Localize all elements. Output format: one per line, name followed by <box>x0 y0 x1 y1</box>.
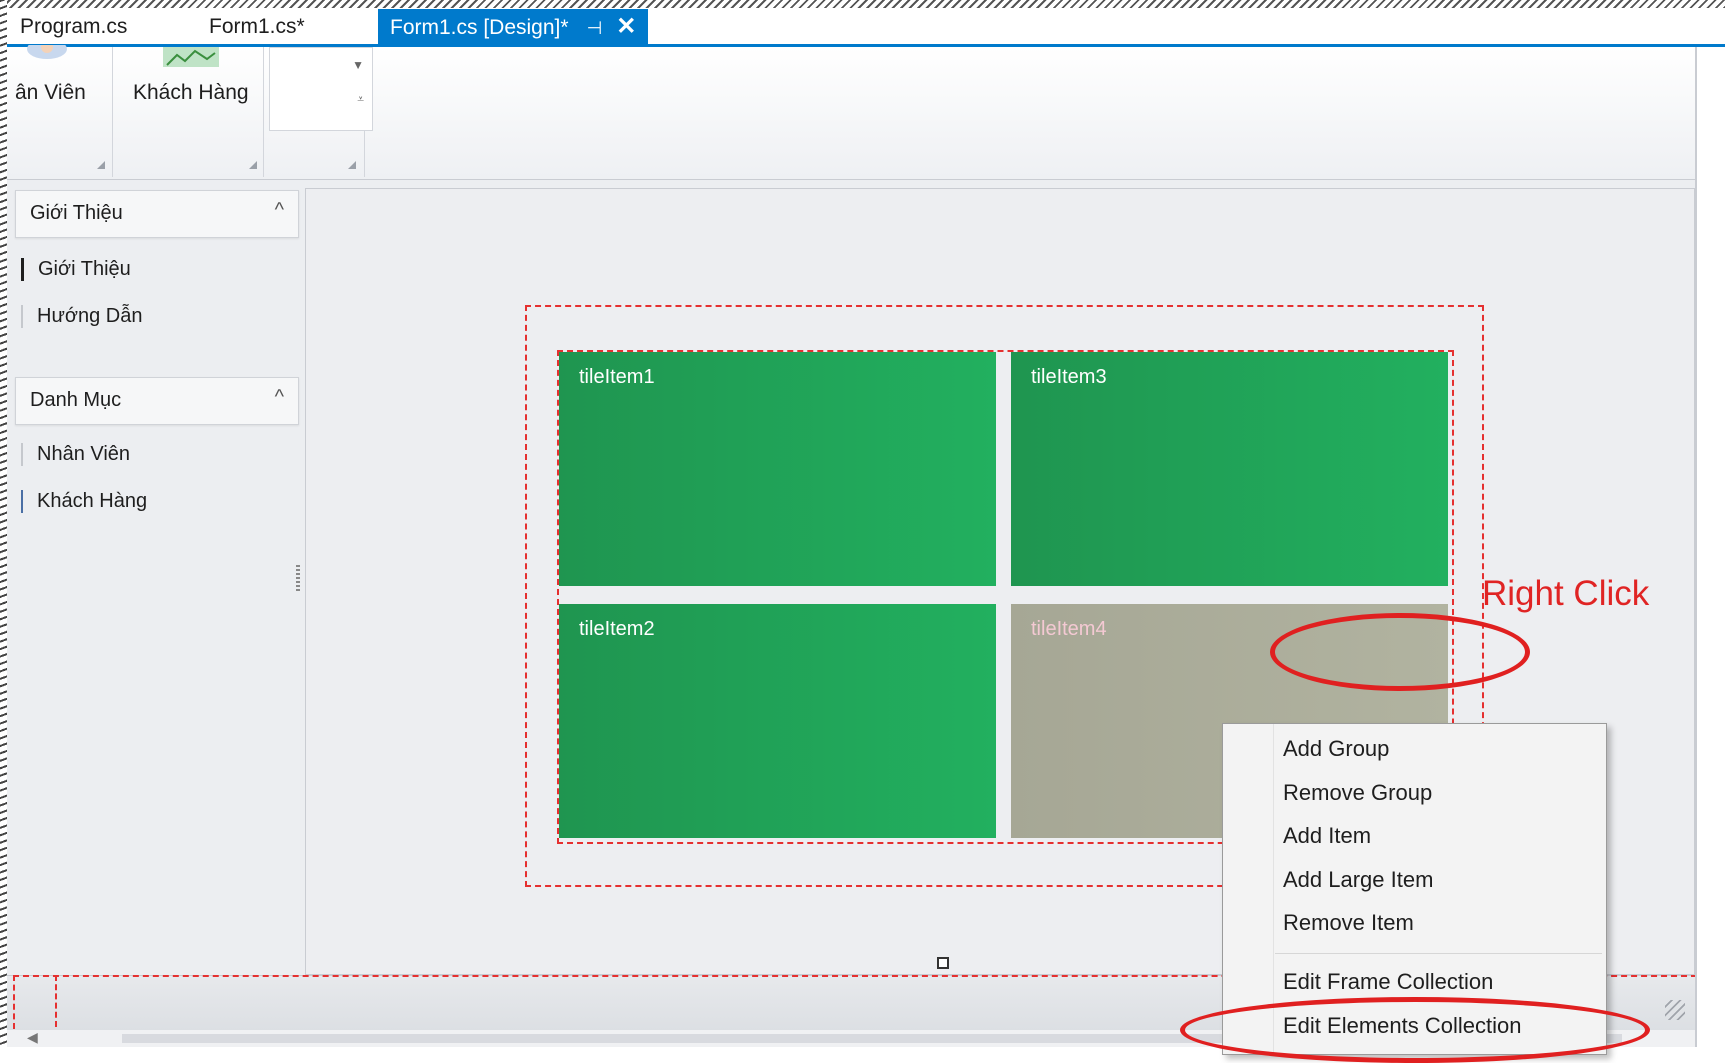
torn-edge-top <box>0 0 1725 8</box>
group-launcher-icon[interactable] <box>348 161 356 169</box>
collapse-icon[interactable]: ^ <box>275 386 284 409</box>
nav-item-khach-hang[interactable]: Khách Hàng <box>21 490 147 513</box>
nav-item-gioi-thieu[interactable]: Giới Thiệu <box>21 258 131 281</box>
menu-item-remove-group[interactable]: Remove Group <box>1283 780 1432 806</box>
collapse-icon[interactable]: ^ <box>275 199 284 222</box>
nav-item-huong-dan[interactable]: Hướng Dẫn <box>21 305 142 328</box>
splitter-grip-icon[interactable] <box>296 565 300 593</box>
nav-group-gioi-thieu[interactable]: Giới Thiệu ^ <box>15 190 299 238</box>
gallery-scroll-icon[interactable]: ▼ <box>352 58 364 72</box>
menu-item-add-large-item[interactable]: Add Large Item <box>1283 867 1433 893</box>
customer-icon <box>163 47 219 67</box>
annotation-ellipse-icon <box>1180 997 1650 1063</box>
tab-form1-cs[interactable]: Form1.cs* <box>209 10 305 44</box>
navigation-pane: Giới Thiệu ^ Giới Thiệu Hướng Dẫn Danh M… <box>7 180 299 975</box>
ribbon-group-1: ân Viên <box>7 45 113 177</box>
torn-edge-left <box>0 0 7 1047</box>
right-click-annotation: Right Click <box>1482 574 1650 613</box>
nav-group-danh-muc[interactable]: Danh Mục ^ <box>15 377 299 425</box>
nav-group-label: Giới Thiệu <box>30 202 123 224</box>
employee-icon <box>27 45 67 59</box>
resize-grip-icon[interactable] <box>1665 1000 1685 1020</box>
pin-icon[interactable]: ⊣ <box>587 18 603 38</box>
gallery-more-icon[interactable]: ⩡ <box>357 92 364 107</box>
tab-form1-design-label: Form1.cs [Design]* <box>390 16 569 39</box>
status-bar-divider <box>55 975 57 1027</box>
ribbon-button-nhan-vien[interactable]: ân Viên <box>15 81 86 105</box>
vertical-scrollbar[interactable] <box>1695 47 1725 1047</box>
selection-handle-icon[interactable] <box>937 957 949 969</box>
menu-item-remove-item[interactable]: Remove Item <box>1283 910 1414 936</box>
close-icon[interactable]: ✕ <box>616 13 636 40</box>
nav-group-label: Danh Mục <box>30 389 122 411</box>
tab-form1-design[interactable]: Form1.cs [Design]* ⊣ ✕ <box>378 9 649 45</box>
menu-item-add-item[interactable]: Add Item <box>1283 823 1371 849</box>
menu-item-add-group[interactable]: Add Group <box>1283 736 1389 762</box>
ribbon-gallery[interactable]: ▼ ⩡ <box>269 47 373 131</box>
scroll-left-icon[interactable]: ◀ <box>27 1029 38 1046</box>
ribbon-group-2: Khách Hàng <box>113 47 264 177</box>
ribbon-button-khach-hang[interactable]: Khách Hàng <box>133 81 249 105</box>
menu-item-edit-frame-collection[interactable]: Edit Frame Collection <box>1283 969 1493 995</box>
annotation-ellipse-icon <box>1270 613 1530 691</box>
tab-program-cs[interactable]: Program.cs <box>20 10 127 44</box>
nav-item-nhan-vien[interactable]: Nhân Viên <box>21 443 130 466</box>
menu-separator <box>1275 953 1602 954</box>
group-launcher-icon[interactable] <box>97 161 105 169</box>
group-launcher-icon[interactable] <box>249 161 257 169</box>
ribbon-control[interactable]: ân Viên Khách Hàng ▼ ⩡ <box>7 45 1695 180</box>
